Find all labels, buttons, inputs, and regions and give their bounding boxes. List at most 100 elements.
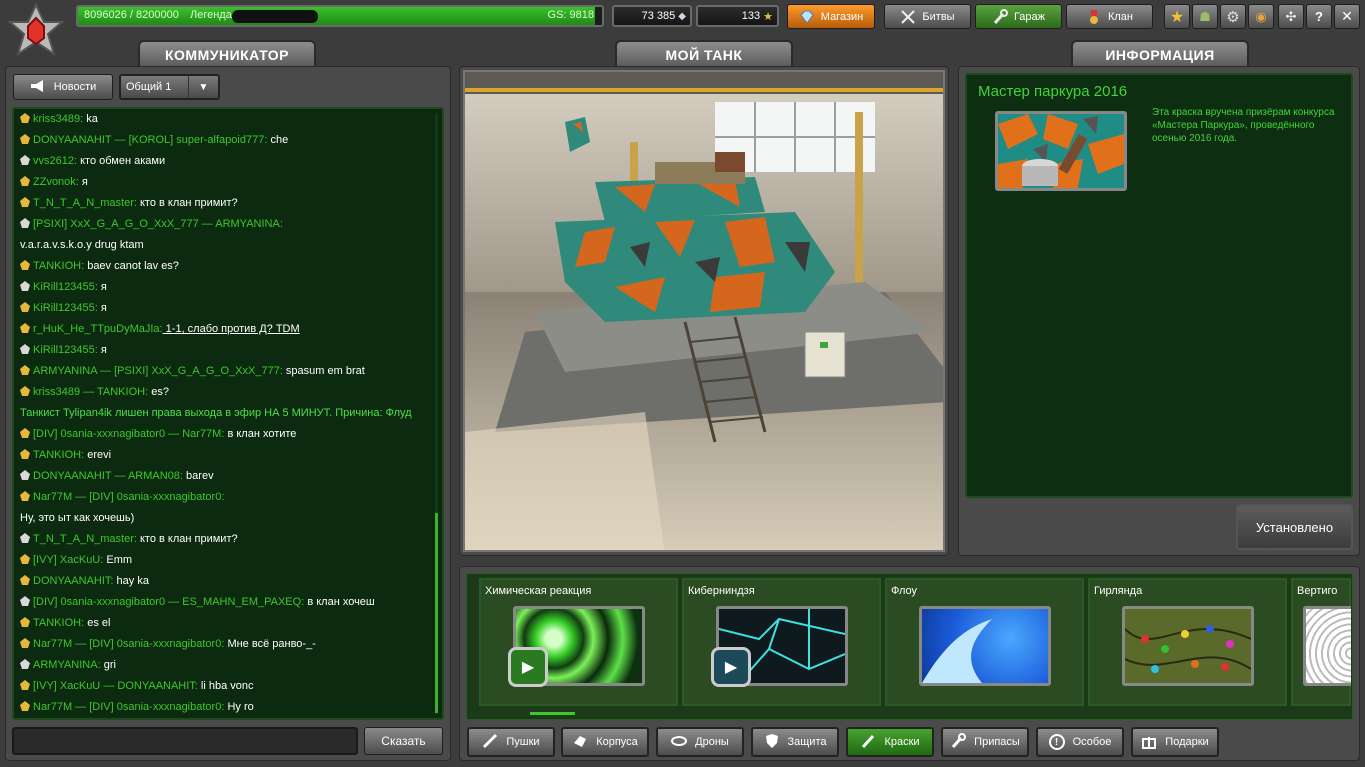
chat-message[interactable]: Nar77M — [DIV] 0sania-xxxnagibator0: Hy …	[20, 700, 432, 714]
chat-username[interactable]: Nar77M:	[182, 428, 224, 440]
paint-card-flow[interactable]: Флоу	[885, 578, 1084, 706]
paint-card-vertigo[interactable]: Вертиго	[1291, 578, 1351, 706]
chat-input[interactable]	[12, 727, 358, 755]
chat-username[interactable]: [DIV] 0sania-xxxnagibator0:	[89, 491, 224, 503]
chat-username[interactable]: kriss3489	[33, 386, 80, 398]
chat-message[interactable]: TANKIOH: erevi	[20, 448, 432, 462]
category-supplies-button[interactable]: Припасы	[941, 727, 1029, 757]
chat-username[interactable]: [KOROL] super-alfapoid777:	[129, 134, 268, 146]
channel-select[interactable]: Общий 1 ▼	[119, 74, 220, 100]
chat-message[interactable]: v.a.r.a.v.s.k.o.y drug ktam	[20, 238, 432, 252]
help-button[interactable]: ?	[1306, 4, 1332, 29]
category-gifts-button[interactable]: Подарки	[1131, 727, 1219, 757]
send-button[interactable]: Сказать	[364, 727, 443, 755]
category-special-button[interactable]: ! Особое	[1036, 727, 1124, 757]
chat-message[interactable]: kriss3489 — TANKIOH: es?	[20, 385, 432, 399]
crystals-counter[interactable]: 73 385 ◆	[612, 5, 692, 27]
chat-message[interactable]: [DIV] 0sania-xxxnagibator0 — ES_MAHN_EM_…	[20, 595, 432, 609]
game-logo[interactable]	[2, 2, 70, 62]
chat-message[interactable]: ARMYANINA: gri	[20, 658, 432, 672]
chat-username[interactable]: TANKIOH:	[33, 449, 84, 461]
chat-username[interactable]: [IVY] XacKuU:	[33, 554, 103, 566]
chat-username[interactable]: —	[165, 428, 182, 440]
chat-username[interactable]: ES_MAHN_EM_PAXEQ:	[182, 596, 304, 608]
chat-message[interactable]: Танкист Tylipan4ik лишен права выхода в …	[20, 406, 432, 420]
chat-username[interactable]: [DIV] 0sania-xxxnagibator0:	[89, 701, 224, 713]
chat-message[interactable]: Ну, это ыт как хочешь)	[20, 511, 432, 525]
category-protection-button[interactable]: Защита	[751, 727, 839, 757]
chat-username[interactable]: DONYAANAHIT	[33, 134, 111, 146]
chat-username[interactable]: KiRill123455:	[33, 302, 98, 314]
chat-message[interactable]: DONYAANAHIT — [KOROL] super-alfapoid777:…	[20, 133, 432, 147]
chat-username[interactable]: [DIV] 0sania-xxxnagibator0	[33, 596, 165, 608]
chat-message[interactable]: vvs2612: кто обмен аками	[20, 154, 432, 168]
achievements-button[interactable]: ★	[1164, 4, 1190, 29]
chat-username[interactable]: [DIV] 0sania-xxxnagibator0	[33, 428, 165, 440]
battles-button[interactable]: Битвы	[884, 4, 971, 29]
fullscreen-button[interactable]: ✣	[1278, 4, 1304, 29]
chat-message[interactable]: kriss3489: ka	[20, 112, 432, 126]
chat-message[interactable]: TANKIOH: baev canot lav es?	[20, 259, 432, 273]
chat-message[interactable]: r_HuK_He_TTpuDyMaJIa: 1-1, слабо против …	[20, 322, 432, 336]
chat-username[interactable]: [PSIXI] XxX_G_A_G_O_XxX_777:	[114, 365, 283, 377]
category-guns-button[interactable]: Пушки	[467, 727, 555, 757]
clan-button[interactable]: Клан	[1066, 4, 1153, 29]
chat-username[interactable]: TANKIOH:	[33, 617, 84, 629]
chat-message[interactable]: [IVY] XacKuU — DONYAANAHIT: li hba vonc	[20, 679, 432, 693]
chat-username[interactable]: Nar77M	[33, 638, 72, 650]
chat-message[interactable]: Nar77M — [DIV] 0sania-xxxnagibator0:	[20, 490, 432, 504]
chat-username[interactable]: DONYAANAHIT:	[33, 575, 113, 587]
chat-username[interactable]: TANKIOH:	[33, 260, 84, 272]
chat-username[interactable]: —	[97, 365, 114, 377]
chat-username[interactable]: —	[72, 701, 89, 713]
sound-button[interactable]: ◉	[1248, 4, 1274, 29]
friends-button[interactable]: ☗	[1192, 4, 1218, 29]
chat-username[interactable]: KiRill123455:	[33, 344, 98, 356]
chat-message[interactable]: T_N_T_A_N_master: кто в клан примит?	[20, 196, 432, 210]
chat-message[interactable]: T_N_T_A_N_master: кто в клан примит?	[20, 532, 432, 546]
chat-username[interactable]: kriss3489:	[33, 113, 83, 125]
chat-username[interactable]: Nar77M	[33, 701, 72, 713]
chat-message[interactable]: DONYAANAHIT — ARMAN08: barev	[20, 469, 432, 483]
category-paints-button[interactable]: Краски	[846, 727, 934, 757]
installed-button[interactable]: Установлено	[1236, 504, 1353, 550]
settings-button[interactable]: ⚙	[1220, 4, 1246, 29]
chat-message[interactable]: DONYAANAHIT: hay ka	[20, 574, 432, 588]
chat-username[interactable]: KiRill123455:	[33, 281, 98, 293]
chat-username[interactable]: [PSIXI] XxX_G_A_G_O_XxX_777	[33, 218, 199, 230]
stars-counter[interactable]: 133 ★	[696, 5, 779, 27]
paint-card-chemical[interactable]: Химическая реакция ▶	[479, 578, 678, 706]
chat-username[interactable]: DONYAANAHIT:	[117, 680, 197, 692]
chat-username[interactable]: —	[199, 218, 216, 230]
chat-username[interactable]: ARMYANINA:	[33, 659, 101, 671]
chat-username[interactable]: —	[165, 596, 182, 608]
chat-message[interactable]: ARMYANINA — [PSIXI] XxX_G_A_G_O_XxX_777:…	[20, 364, 432, 378]
chat-message[interactable]: KiRill123455: я	[20, 343, 432, 357]
chat-message[interactable]: Nar77M — [DIV] 0sania-xxxnagibator0: Мне…	[20, 637, 432, 651]
chat-username[interactable]: ZZvonok:	[33, 176, 79, 188]
chat-username[interactable]: TANKIOH:	[97, 386, 148, 398]
chat-username[interactable]: ARMAN08:	[128, 470, 183, 482]
chat-message[interactable]: ZZvonok: я	[20, 175, 432, 189]
chat-scrollbar[interactable]	[435, 113, 438, 714]
category-hulls-button[interactable]: Корпуса	[561, 727, 649, 757]
chat-username[interactable]: Nar77M	[33, 491, 72, 503]
chat-username[interactable]: —	[80, 386, 97, 398]
chat-message[interactable]: KiRill123455: я	[20, 301, 432, 315]
chat-username[interactable]: [DIV] 0sania-xxxnagibator0:	[89, 638, 224, 650]
close-button[interactable]: ✕	[1334, 4, 1360, 29]
chat-username[interactable]: [IVY] XacKuU	[33, 680, 100, 692]
chat-username[interactable]: —	[111, 470, 128, 482]
chat-message[interactable]: [IVY] XacKuU: Emm	[20, 553, 432, 567]
chat-username[interactable]: —	[72, 638, 89, 650]
chat-username[interactable]: ARMYANINA	[33, 365, 97, 377]
chat-message-list[interactable]: kriss3489: ka DONYAANAHIT — [KOROL] super…	[12, 107, 444, 720]
chat-username[interactable]: T_N_T_A_N_master:	[33, 533, 137, 545]
chat-message[interactable]: KiRill123455: я	[20, 280, 432, 294]
chat-scrollbar-thumb[interactable]	[435, 513, 438, 713]
paint-card-cyberninja[interactable]: Киберниндзя ▶	[682, 578, 881, 706]
chat-username[interactable]: —	[72, 491, 89, 503]
chat-username[interactable]: ARMYANINA:	[215, 218, 283, 230]
chat-username[interactable]: —	[111, 134, 128, 146]
chat-message[interactable]: TANKIOH: es el	[20, 616, 432, 630]
